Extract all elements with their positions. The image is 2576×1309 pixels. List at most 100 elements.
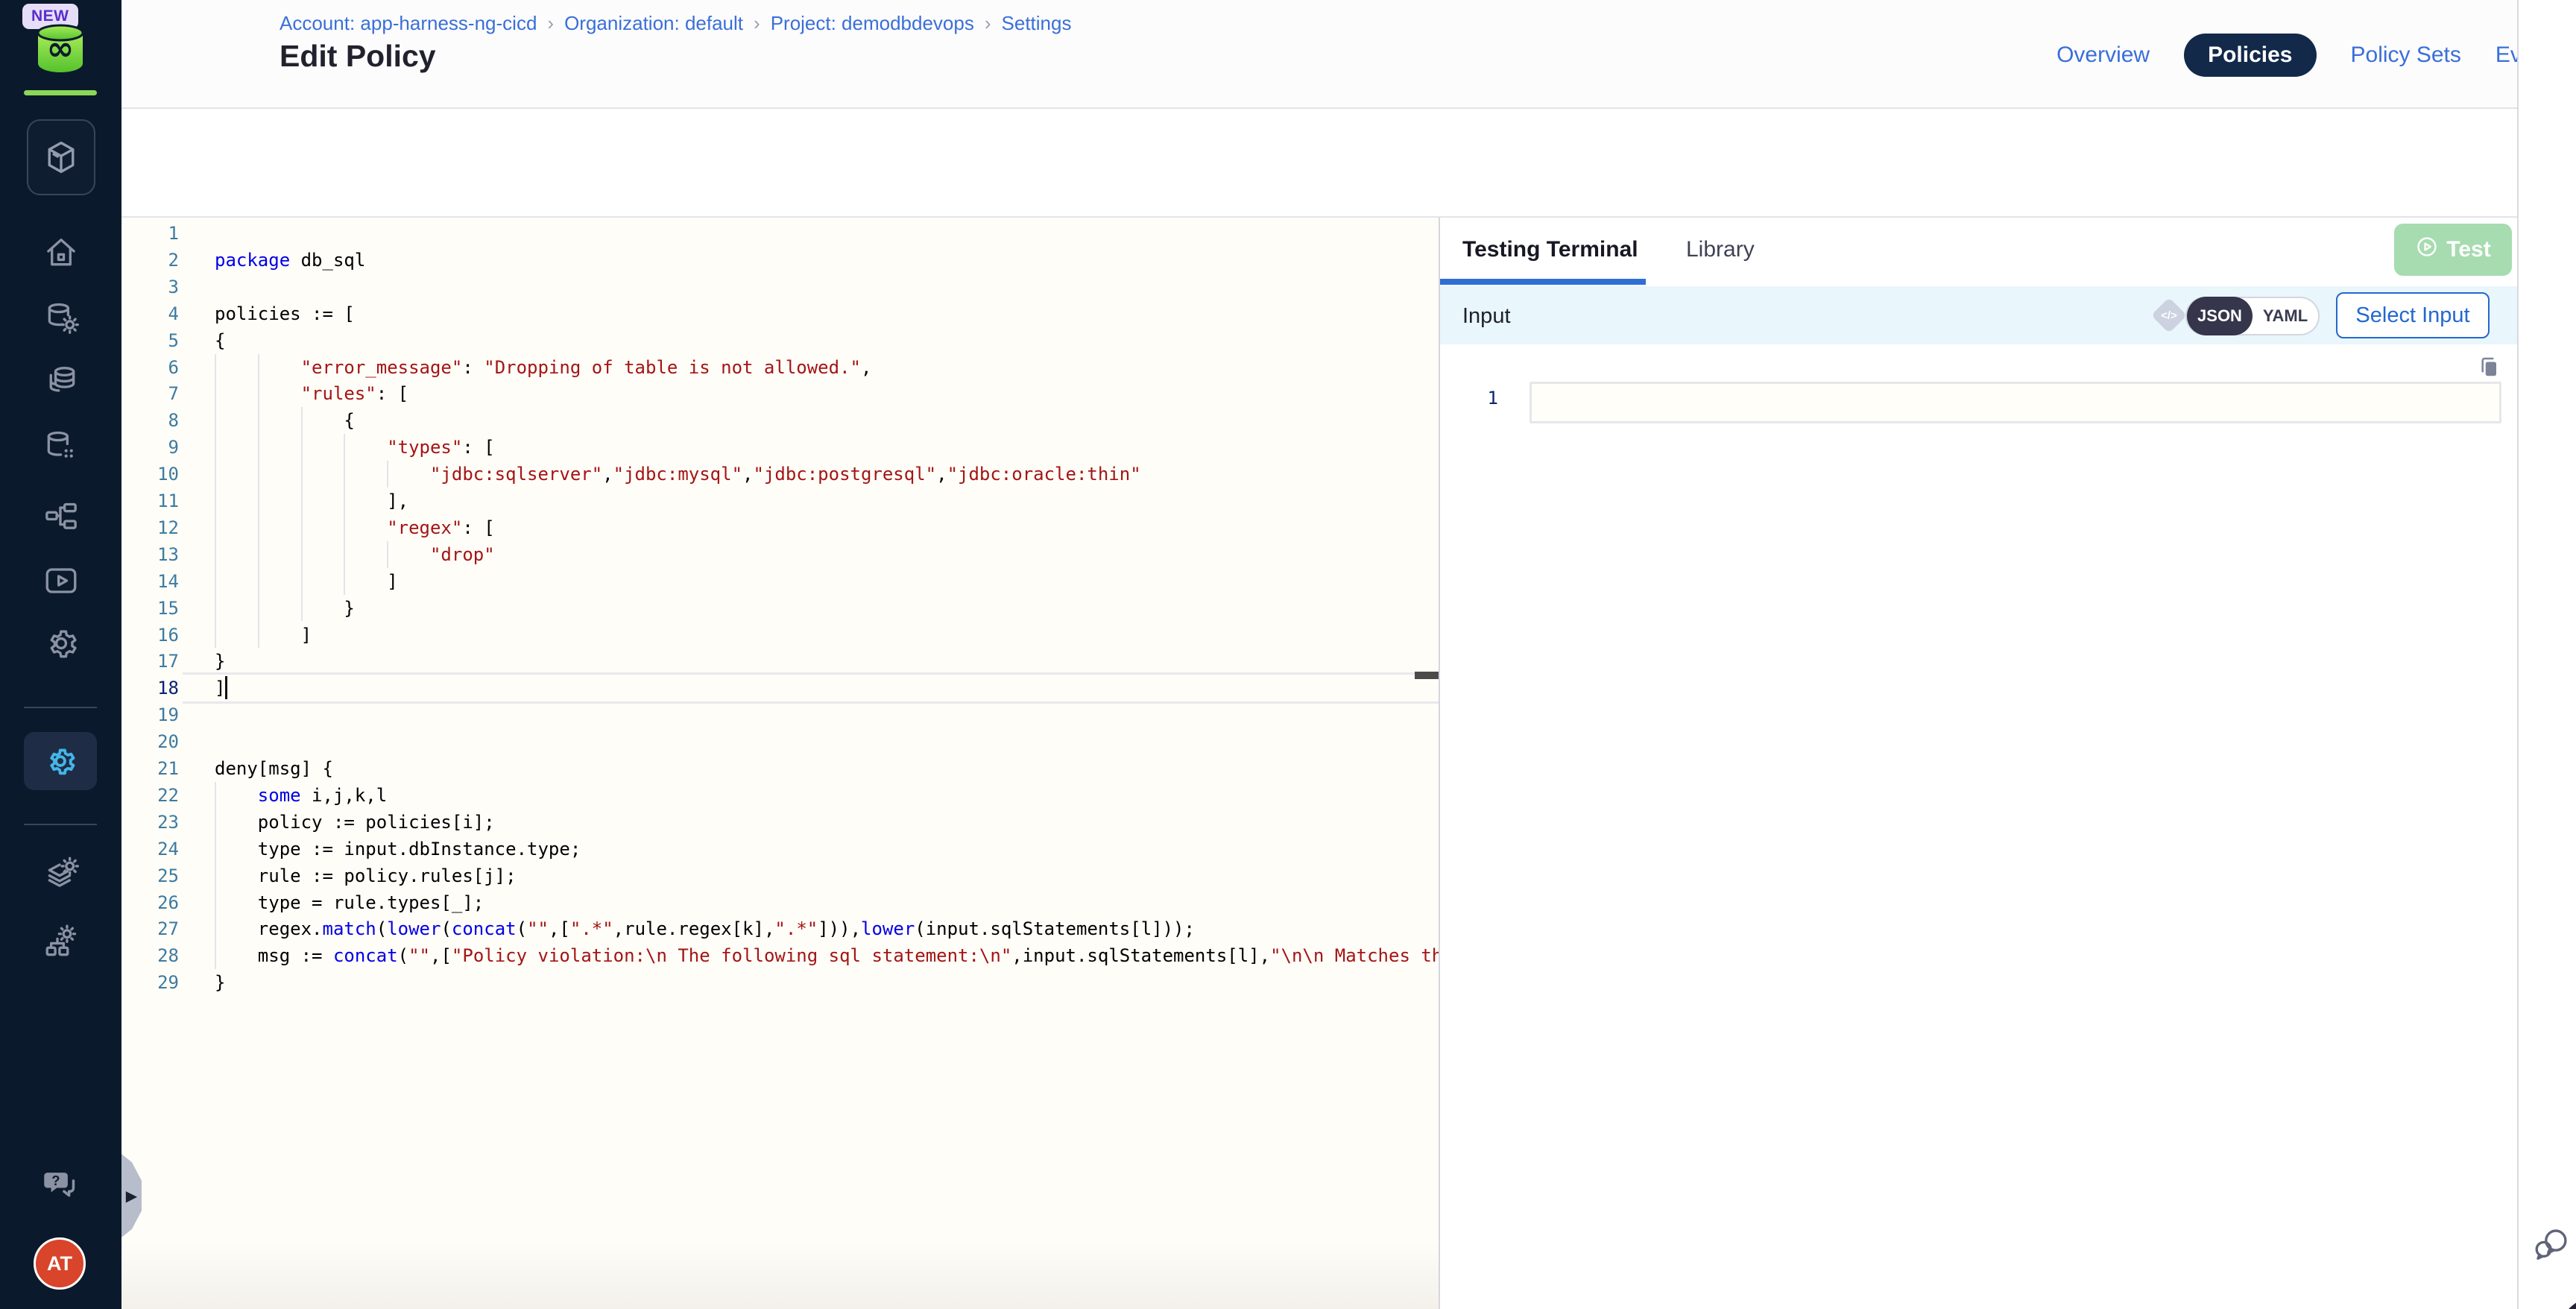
editor-line-24[interactable]: 24 type := input.dbInstance.type; [121, 836, 1439, 862]
line-number: 28 [121, 942, 179, 969]
sidebar-item-tree-icon[interactable] [42, 498, 80, 537]
sidebar-item-database-gear-icon[interactable] [42, 298, 80, 337]
editor-line-12[interactable]: 12 "regex": [ [121, 514, 1439, 541]
line-number: 5 [121, 327, 179, 354]
chat-bubbles-icon[interactable] [2530, 1224, 2573, 1267]
help-chat-icon[interactable]: ? [42, 1166, 80, 1205]
input-toolbar: Input </> JSONYAML Select Input [1440, 286, 2517, 344]
line-number: 6 [121, 354, 179, 381]
line-code: } [215, 969, 225, 996]
line-number: 12 [121, 514, 179, 541]
line-code: ] [215, 675, 225, 701]
editor-line-21[interactable]: 21deny[msg] { [121, 755, 1439, 782]
breadcrumb-separator: › [754, 12, 760, 35]
line-number: 7 [121, 380, 179, 407]
harness-dbops-logo[interactable]: ∞ [34, 24, 86, 73]
breadcrumb-separator: › [547, 12, 554, 35]
editor-cursor [225, 676, 227, 699]
editor-line-27[interactable]: 27 regex.match(lower(concat("",[".*",rul… [121, 915, 1439, 942]
editor-line-5[interactable]: 5{ [121, 327, 1439, 354]
line-code: "types": [ [215, 434, 495, 461]
module-selector-button[interactable] [27, 119, 95, 195]
right-rail [2517, 0, 2576, 1309]
editor-line-18[interactable]: 18] [121, 675, 1439, 701]
line-code: "rules": [ [215, 380, 408, 407]
svg-text:?: ? [51, 1173, 60, 1188]
sidebar-item-database-grid-icon[interactable] [42, 426, 80, 465]
breadcrumb-link[interactable]: Account: app-harness-ng-cicd [280, 12, 537, 35]
line-code: ] [215, 568, 398, 595]
test-label: Test [2446, 237, 2490, 262]
editor-line-3[interactable]: 3 [121, 274, 1439, 300]
breadcrumb: Account: app-harness-ng-cicd › Organizatio… [280, 12, 1071, 35]
panel-tab-testing-terminal[interactable]: Testing Terminal [1462, 237, 1638, 262]
editor-line-19[interactable]: 19 [121, 701, 1439, 728]
editor-line-29[interactable]: 29} [121, 969, 1439, 996]
sidebar-item-org-gear-icon[interactable] [42, 923, 80, 962]
panel-tab-library[interactable]: Library [1686, 237, 1755, 262]
json-yaml-toggle[interactable]: JSONYAML [2185, 297, 2320, 335]
sidebar-item-layers-gear-icon[interactable] [42, 856, 80, 895]
editor-line-4[interactable]: 4policies := [ [121, 300, 1439, 327]
breadcrumb-link[interactable]: Organization: default [564, 12, 743, 35]
avatar[interactable]: AT [34, 1237, 86, 1290]
line-code: package db_sql [215, 247, 365, 274]
breadcrumb-link[interactable]: Settings [1002, 12, 1072, 35]
editor-line-22[interactable]: 22 some i,j,k,l [121, 782, 1439, 809]
format-option-yaml[interactable]: YAML [2253, 297, 2318, 335]
editor-line-26[interactable]: 26 type = rule.types[_]; [121, 889, 1439, 916]
page-title: Edit Policy [280, 39, 436, 74]
editor-line-1[interactable]: 1 [121, 220, 1439, 247]
policy-code-editor[interactable]: 12package db_sql34policies := [5{6 "erro… [121, 218, 1439, 1309]
line-code: "jdbc:sqlserver","jdbc:mysql","jdbc:post… [215, 461, 1141, 488]
editor-line-17[interactable]: 17} [121, 648, 1439, 675]
line-number: 23 [121, 809, 179, 836]
editor-line-25[interactable]: 25 rule := policy.rules[j]; [121, 862, 1439, 889]
editor-line-6[interactable]: 6 "error_message": "Dropping of table is… [121, 354, 1439, 381]
line-code: "error_message": "Dropping of table is n… [215, 354, 871, 381]
editor-line-8[interactable]: 8 { [121, 407, 1439, 434]
overview-ruler-cursor-mark [1415, 672, 1439, 679]
input-current-line[interactable] [1530, 382, 2501, 423]
line-code: msg := concat("",["Policy violation:\n T… [215, 942, 1439, 969]
breadcrumb-link[interactable]: Project: demodbdevops [771, 12, 974, 35]
tab-policy-sets[interactable]: Policy Sets [2351, 42, 2461, 68]
logo-underline [24, 90, 97, 95]
test-button[interactable]: Test [2394, 224, 2512, 276]
editor-line-9[interactable]: 9 "types": [ [121, 434, 1439, 461]
policy-toolbar: New Policy - 02/24 - 16:19 Save Discard [121, 107, 2517, 218]
line-code: "drop" [215, 541, 495, 568]
expand-arrow-icon: ▶ [126, 1187, 137, 1205]
editor-line-15[interactable]: 15 } [121, 595, 1439, 622]
editor-line-10[interactable]: 10 "jdbc:sqlserver","jdbc:mysql","jdbc:p… [121, 461, 1439, 488]
sidebar-divider [24, 824, 97, 825]
tab-overview[interactable]: Overview [2056, 42, 2150, 68]
editor-line-20[interactable]: 20 [121, 728, 1439, 755]
sidebar-item-settings[interactable] [24, 732, 97, 790]
select-input-button[interactable]: Select Input [2336, 292, 2490, 338]
sidebar-item-video-play-icon[interactable] [42, 561, 80, 600]
line-number: 18 [121, 675, 179, 701]
line-code: } [215, 648, 225, 675]
editor-line-2[interactable]: 2package db_sql [121, 247, 1439, 274]
editor-line-13[interactable]: 13 "drop" [121, 541, 1439, 568]
sidebar-item-gear-icon[interactable] [42, 624, 80, 663]
line-number: 20 [121, 728, 179, 755]
line-number: 25 [121, 862, 179, 889]
line-code: deny[msg] { [215, 755, 333, 782]
editor-line-16[interactable]: 16 ] [121, 622, 1439, 649]
line-code: { [215, 327, 225, 354]
sidebar-item-home-icon[interactable] [42, 233, 80, 271]
line-code: type = rule.types[_]; [215, 889, 484, 916]
editor-line-7[interactable]: 7 "rules": [ [121, 380, 1439, 407]
format-option-json[interactable]: JSON [2187, 297, 2253, 335]
editor-line-11[interactable]: 11 ], [121, 488, 1439, 514]
editor-line-23[interactable]: 23 policy := policies[i]; [121, 809, 1439, 836]
tab-policies[interactable]: Policies [2184, 34, 2316, 77]
copy-icon[interactable] [2475, 353, 2504, 383]
editor-line-14[interactable]: 14 ] [121, 568, 1439, 595]
line-number: 17 [121, 648, 179, 675]
line-code: ] [215, 622, 312, 649]
sidebar-item-databases-stack-icon[interactable] [42, 362, 80, 400]
editor-line-28[interactable]: 28 msg := concat("",["Policy violation:\… [121, 942, 1439, 969]
